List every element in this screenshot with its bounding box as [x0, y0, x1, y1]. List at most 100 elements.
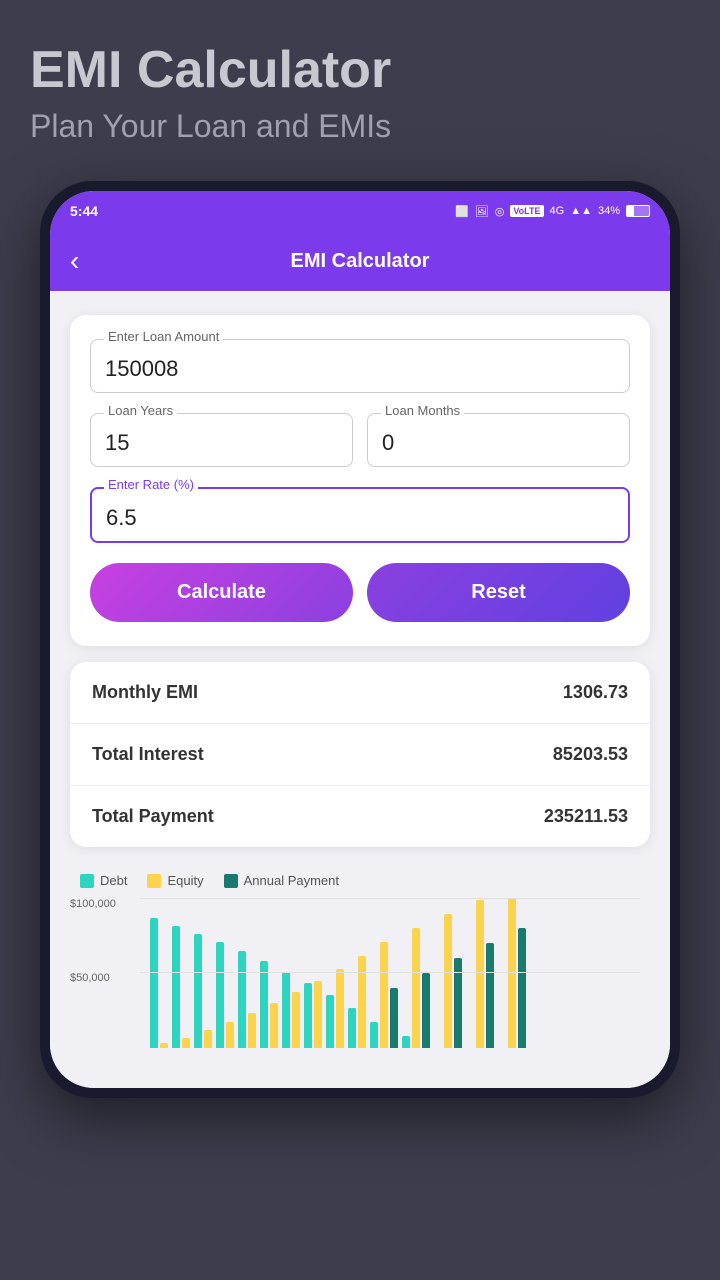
bar-equity — [314, 981, 322, 1048]
bar-debt — [238, 951, 246, 1048]
loan-amount-group: Enter Loan Amount — [90, 339, 630, 393]
debt-label: Debt — [100, 873, 127, 888]
bar-equity — [444, 914, 452, 1048]
bar-debt — [282, 972, 290, 1048]
chart-area: $100,000 $50,000 — [70, 888, 650, 1068]
bar-annual — [486, 943, 494, 1048]
monthly-emi-row: Monthly EMI 1306.73 — [70, 662, 650, 724]
app-title: EMI Calculator — [30, 40, 391, 100]
bar-group — [172, 926, 190, 1048]
button-row: Calculate Reset — [90, 563, 630, 622]
bar-annual — [518, 928, 526, 1048]
bar-equity — [358, 956, 366, 1048]
loan-months-label: Loan Months — [381, 403, 464, 418]
total-payment-row: Total Payment 235211.53 — [70, 786, 650, 847]
rate-label: Enter Rate (%) — [104, 477, 198, 492]
y-label-100k: $100,000 — [70, 898, 116, 910]
bar-equity — [336, 969, 344, 1048]
bar-debt — [216, 942, 224, 1048]
app-bar: ‹ EMI Calculator — [50, 231, 670, 291]
bar-group — [150, 918, 168, 1048]
debt-color-icon — [80, 874, 94, 888]
bar-debt — [402, 1036, 410, 1048]
main-content: Enter Loan Amount Loan Years Loan Months — [50, 291, 670, 1088]
legend-equity: Equity — [147, 873, 203, 888]
calculate-button[interactable]: Calculate — [90, 563, 353, 622]
app-bar-title: EMI Calculator — [291, 250, 430, 273]
status-time: 5:44 — [70, 203, 98, 219]
bar-group — [216, 942, 234, 1048]
loan-months-group: Loan Months — [367, 413, 630, 467]
monthly-emi-label: Monthly EMI — [92, 682, 198, 703]
equity-label: Equity — [167, 873, 203, 888]
bar-group — [434, 914, 462, 1048]
back-button[interactable]: ‹ — [70, 245, 79, 277]
loan-amount-label: Enter Loan Amount — [104, 329, 223, 344]
bar-equity — [160, 1043, 168, 1048]
loan-amount-input[interactable] — [90, 339, 630, 393]
status-icons: ⬜ 🖼 ◎ VoLTE 4G ▲▲ 34% — [455, 205, 650, 218]
bar-group — [194, 934, 212, 1048]
bar-equity — [508, 898, 516, 1048]
bar-group — [402, 928, 430, 1048]
rate-input[interactable] — [90, 487, 630, 543]
network-icon: 4G — [550, 205, 565, 217]
bar-equity — [380, 942, 388, 1048]
input-card: Enter Loan Amount Loan Years Loan Months — [70, 315, 650, 646]
bar-equity — [270, 1003, 278, 1048]
grid-line-top — [140, 898, 640, 899]
bar-debt — [348, 1008, 356, 1048]
bar-debt — [172, 926, 180, 1048]
bar-group — [370, 942, 398, 1048]
battery-icon — [626, 205, 650, 217]
bar-debt — [150, 918, 158, 1048]
reset-button[interactable]: Reset — [367, 563, 630, 622]
phone-frame: 5:44 ⬜ 🖼 ◎ VoLTE 4G ▲▲ 34% ‹ EMI Calcula… — [40, 181, 680, 1098]
bar-annual — [390, 988, 398, 1048]
chart-bars — [150, 898, 640, 1048]
grid-line-mid — [140, 972, 640, 973]
loan-years-input[interactable] — [90, 413, 353, 467]
signal-icon: ▲▲ — [570, 205, 592, 217]
results-table: Monthly EMI 1306.73 Total Interest 85203… — [70, 662, 650, 847]
bar-debt — [194, 934, 202, 1048]
bar-equity — [204, 1030, 212, 1048]
annual-color-icon — [224, 874, 238, 888]
loan-months-input[interactable] — [367, 413, 630, 467]
bar-group — [326, 969, 344, 1048]
bar-debt — [370, 1022, 378, 1048]
phone-inner: 5:44 ⬜ 🖼 ◎ VoLTE 4G ▲▲ 34% ‹ EMI Calcula… — [50, 191, 670, 1088]
bar-equity — [292, 992, 300, 1048]
bar-equity — [182, 1038, 190, 1048]
bar-equity — [412, 928, 420, 1048]
chart-legend: Debt Equity Annual Payment — [70, 863, 650, 888]
legend-debt: Debt — [80, 873, 127, 888]
legend-annual: Annual Payment — [224, 873, 339, 888]
bar-group — [498, 898, 526, 1048]
volte-badge: VoLTE — [510, 205, 543, 217]
total-interest-row: Total Interest 85203.53 — [70, 724, 650, 786]
bar-equity — [226, 1022, 234, 1048]
rate-group: Enter Rate (%) — [90, 487, 630, 543]
status-bar: 5:44 ⬜ 🖼 ◎ VoLTE 4G ▲▲ 34% — [50, 191, 670, 231]
loan-period-row: Loan Years Loan Months — [90, 413, 630, 467]
record-icon: ◎ — [495, 205, 505, 218]
image-icon: 🖼 — [475, 205, 489, 218]
bar-group — [238, 951, 256, 1048]
bar-group — [466, 900, 494, 1048]
y-label-50k: $50,000 — [70, 972, 110, 984]
monthly-emi-value: 1306.73 — [563, 682, 628, 703]
bar-group — [260, 961, 278, 1048]
loan-years-label: Loan Years — [104, 403, 177, 418]
bar-group — [304, 981, 322, 1048]
annual-label: Annual Payment — [244, 873, 339, 888]
equity-color-icon — [147, 874, 161, 888]
bar-group — [348, 956, 366, 1048]
total-payment-value: 235211.53 — [544, 806, 628, 827]
total-payment-label: Total Payment — [92, 806, 214, 827]
bar-equity — [476, 900, 484, 1048]
bar-annual — [422, 973, 430, 1048]
app-subtitle: Plan Your Loan and EMIs — [30, 108, 391, 145]
total-interest-value: 85203.53 — [553, 744, 628, 765]
battery-percent: 34% — [598, 205, 620, 217]
